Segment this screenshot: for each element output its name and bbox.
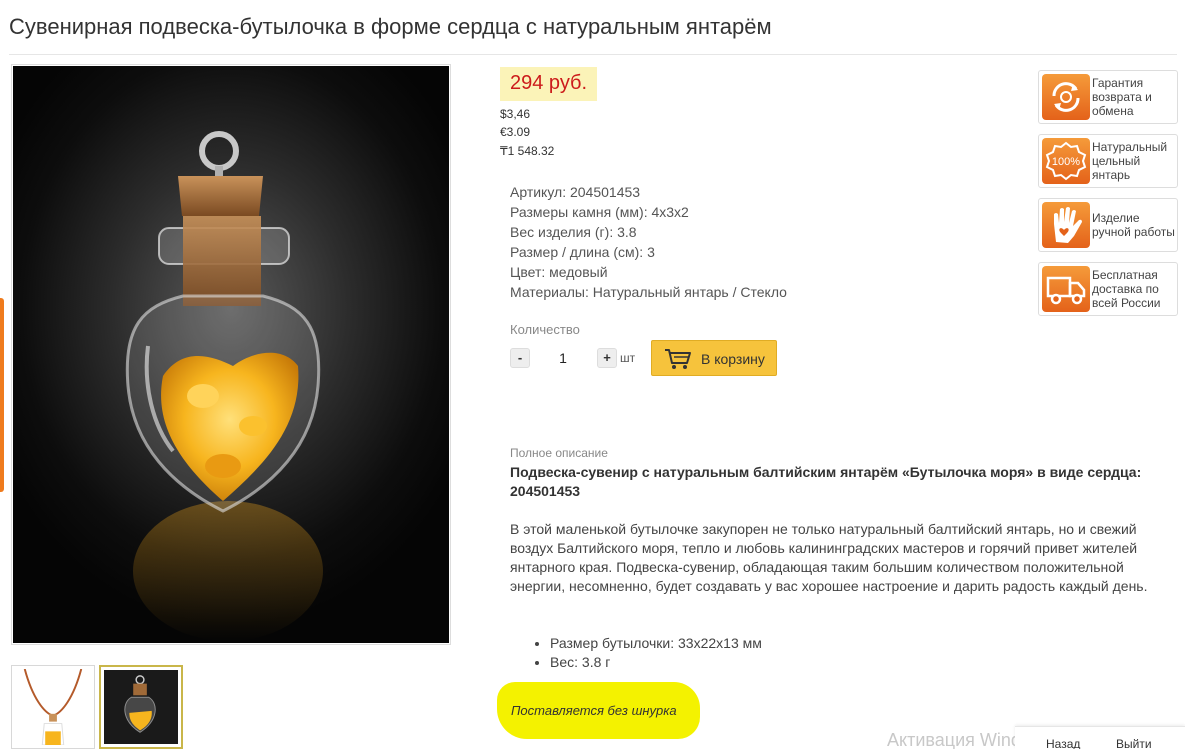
add-to-cart-label: В корзину	[701, 351, 765, 367]
quantity-decrease-button[interactable]: -	[510, 348, 530, 368]
back-button[interactable]: Назад	[1046, 737, 1080, 749]
full-description-heading: Полное описание	[510, 446, 608, 460]
badge-free-delivery[interactable]: Бесплатная доставка по всей России	[1038, 262, 1178, 316]
spec-stone-size: Размеры камня (мм): 4х3х2	[510, 204, 689, 220]
thumbnail-necklace[interactable]	[11, 665, 95, 749]
necklace-thumbnail-image	[23, 669, 83, 745]
spec-article: Артикул: 204501453	[510, 184, 641, 200]
price-usd: $3,46	[500, 107, 531, 121]
natural-100-label: 100%	[1052, 156, 1080, 168]
bottle-illustration	[125, 131, 323, 641]
main-product-image[interactable]	[11, 64, 451, 645]
price-kzt: ₸1 548.32	[500, 144, 555, 158]
spec-length: Размер / длина (см): 3	[510, 244, 655, 260]
side-tab-accent[interactable]	[0, 298, 4, 492]
bottle-thumbnail-image	[104, 670, 178, 744]
badge-handmade-text: Изделие ручной работы	[1092, 211, 1175, 239]
exit-button[interactable]: Выйти	[1116, 737, 1152, 749]
description-text: В этой маленькой бутылочке закупорен не …	[510, 521, 1148, 594]
spec-color: Цвет: медовый	[510, 264, 608, 280]
popup-panel	[1015, 726, 1185, 749]
quantity-label: Количество	[510, 322, 580, 337]
spec-materials: Материалы: Натуральный янтарь / Стекло	[510, 284, 787, 300]
bullet-weight: Вес: 3.8 г	[550, 653, 762, 672]
description-title: Подвеска-сувенир с натуральным балтийски…	[510, 464, 1142, 499]
natural-100-icon: 100%	[1042, 138, 1090, 184]
badge-natural-text: Натуральный цельный янтарь	[1092, 140, 1168, 182]
price-eur: €3.09	[500, 125, 531, 139]
quantity-unit: шт	[620, 351, 636, 365]
quantity-increase-button[interactable]: +	[597, 348, 617, 368]
hand-heart-icon	[1042, 202, 1090, 248]
badge-delivery-text: Бесплатная доставка по всей России	[1092, 268, 1161, 310]
spec-weight: Вес изделия (г): 3.8	[510, 224, 637, 240]
badge-handmade[interactable]: Изделие ручной работы	[1038, 198, 1178, 252]
bullet-bottle-size: Размер бутылочки: 33х22х13 мм	[550, 634, 762, 653]
delivery-truck-icon	[1042, 266, 1090, 312]
add-to-cart-button[interactable]: В корзину	[651, 340, 777, 376]
badge-return-guarantee[interactable]: Гарантия возврата и обмена	[1038, 70, 1178, 124]
title-divider	[9, 54, 1177, 55]
cart-icon	[665, 349, 691, 369]
product-photo	[13, 66, 449, 643]
price-tag: 294 руб.	[500, 67, 598, 101]
thumbnail-bottle[interactable]	[99, 665, 183, 749]
description-bullets: Размер бутылочки: 33х22х13 мм Вес: 3.8 г	[550, 634, 762, 672]
page-title: Сувенирная подвеска-бутылочка в форме се…	[9, 14, 772, 39]
badge-return-text: Гарантия возврата и обмена	[1092, 76, 1152, 118]
return-exchange-icon	[1042, 74, 1090, 120]
badge-natural-amber[interactable]: 100% Натуральный цельный янтарь	[1038, 134, 1178, 188]
product-specs: Артикул: 204501453 Размеры камня (мм): 4…	[510, 182, 787, 302]
quantity-input[interactable]	[540, 348, 586, 368]
delivery-note: Поставляется без шнурка	[511, 703, 677, 718]
